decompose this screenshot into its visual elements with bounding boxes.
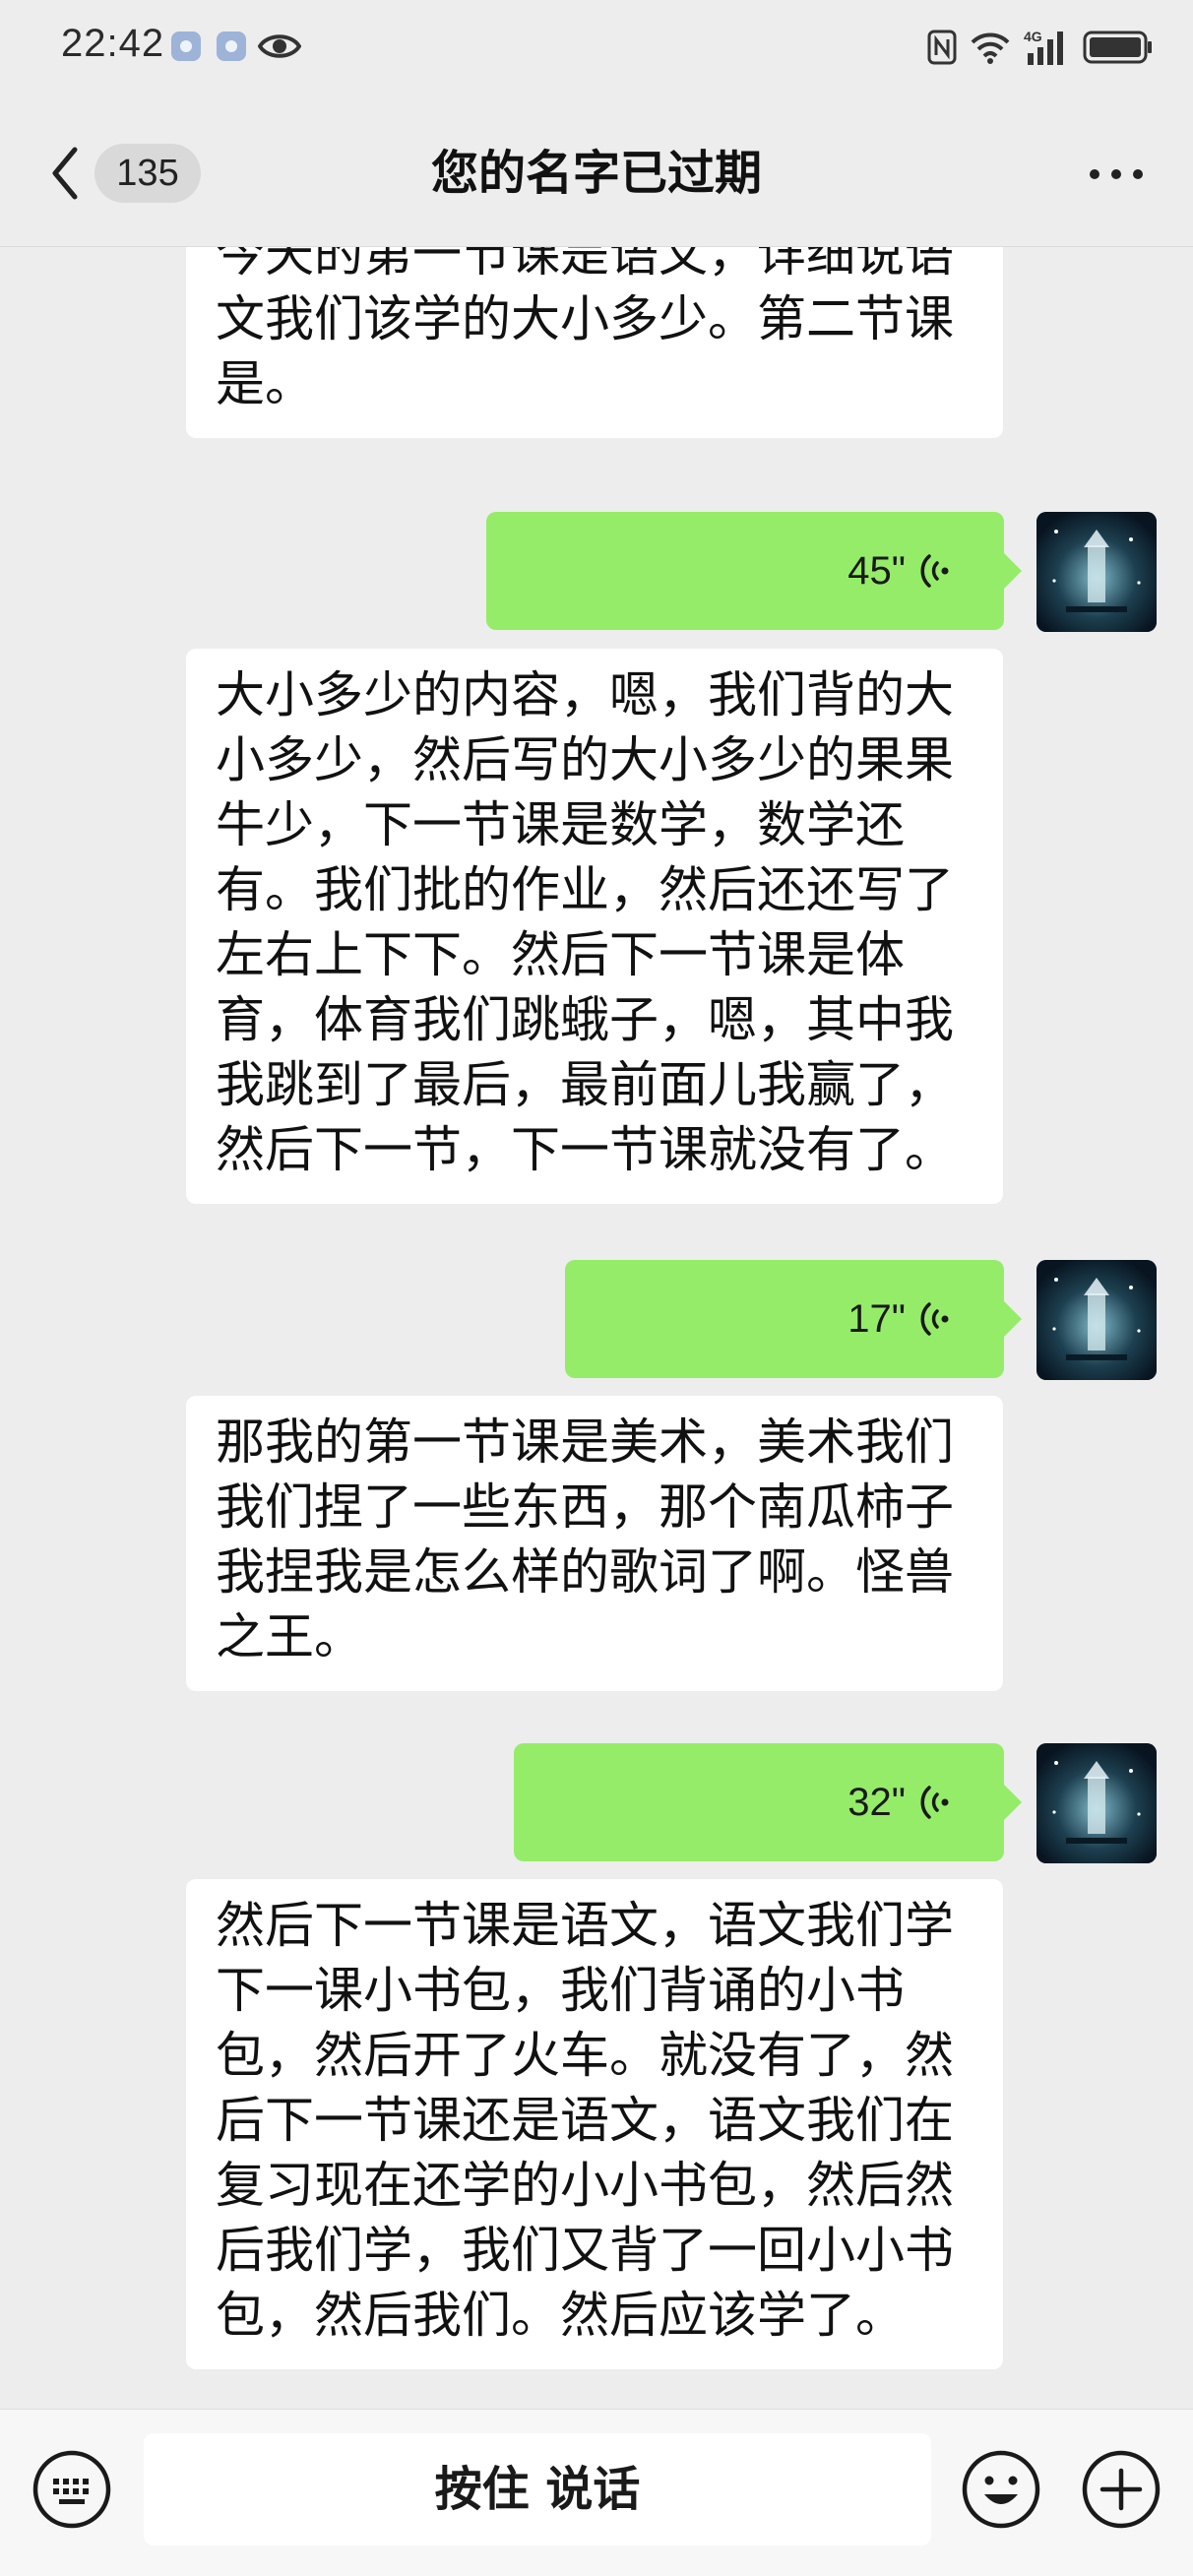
status-bar: 22:42 4G: [0, 0, 1193, 98]
voice-message[interactable]: 32": [514, 1743, 1022, 1861]
message-text: 那我的第一节课是美术，美术我们我们捏了一些东西，那个南瓜柿子我捏我是怎么样的歌词…: [216, 1414, 954, 1665]
voice-wave-icon: [920, 1302, 949, 1336]
wifi-icon: [971, 32, 1010, 64]
chat-title: 您的名字已过期: [430, 146, 762, 201]
hold-to-talk-button[interactable]: 按住 说话: [144, 2433, 931, 2545]
my-avatar[interactable]: [1036, 1743, 1157, 1863]
message-text: 大小多少的内容，嗯，我们背的大小多少，然后写的大小多少的果果牛少，下一节课是数学…: [216, 666, 954, 1178]
voice-wave-icon: [920, 1786, 949, 1819]
eye-icon: [258, 34, 301, 58]
app-notification-icon: [171, 31, 201, 61]
voice-message[interactable]: 17": [565, 1260, 1022, 1378]
app-notification-icon: [217, 31, 246, 61]
voice-duration: 45": [848, 549, 906, 593]
avatar-image: [1036, 1260, 1157, 1380]
incoming-text-message[interactable]: 今天的第一节课是语文，详细说语文我们该学的大小多少。第二节课是。: [186, 247, 1003, 438]
nfc-icon: [927, 30, 957, 65]
battery-icon: [1083, 31, 1152, 64]
chat-input-bar: 按住 说话: [0, 2409, 1193, 2576]
incoming-text-message[interactable]: 然后下一节课是语文，语文我们学下一课小书包，我们背诵的小书包，然后开了火车。就没…: [186, 1879, 1003, 2369]
chat-message-list[interactable]: 今天的第一节课是语文，详细说语文我们该学的大小多少。第二节课是。 45" 大小多…: [0, 247, 1193, 2409]
voice-duration: 32": [848, 1781, 906, 1824]
chat-header: 135 您的名字已过期: [0, 98, 1193, 247]
my-avatar[interactable]: [1036, 512, 1157, 632]
more-options-icon[interactable]: [1087, 159, 1146, 189]
voice-duration: 17": [848, 1297, 906, 1341]
voice-message[interactable]: 45": [486, 512, 1022, 630]
incoming-text-message[interactable]: 大小多少的内容，嗯，我们背的大小多少，然后写的大小多少的果果牛少，下一节课是数学…: [186, 649, 1003, 1204]
more-functions-icon[interactable]: [1081, 2449, 1162, 2530]
svg-text:4G: 4G: [1024, 29, 1042, 44]
keyboard-toggle-icon[interactable]: [31, 2449, 112, 2530]
status-time: 22:42: [61, 22, 165, 65]
message-text: 然后下一节课是语文，语文我们学下一课小书包，我们背诵的小书包，然后开了火车。就没…: [216, 1897, 954, 2344]
voice-wave-icon: [920, 554, 949, 588]
incoming-text-message[interactable]: 那我的第一节课是美术，美术我们我们捏了一些东西，那个南瓜柿子我捏我是怎么样的歌词…: [186, 1396, 1003, 1691]
message-text: 今天的第一节课是语文，详细说语文我们该学的大小多少。第二节课是。: [216, 247, 954, 412]
signal-4g-icon: 4G: [1024, 29, 1063, 65]
my-avatar[interactable]: [1036, 1260, 1157, 1380]
emoji-icon[interactable]: [961, 2449, 1041, 2530]
status-right-icons: 4G: [927, 26, 1154, 69]
avatar-image: [1036, 1743, 1157, 1863]
avatar-image: [1036, 512, 1157, 632]
